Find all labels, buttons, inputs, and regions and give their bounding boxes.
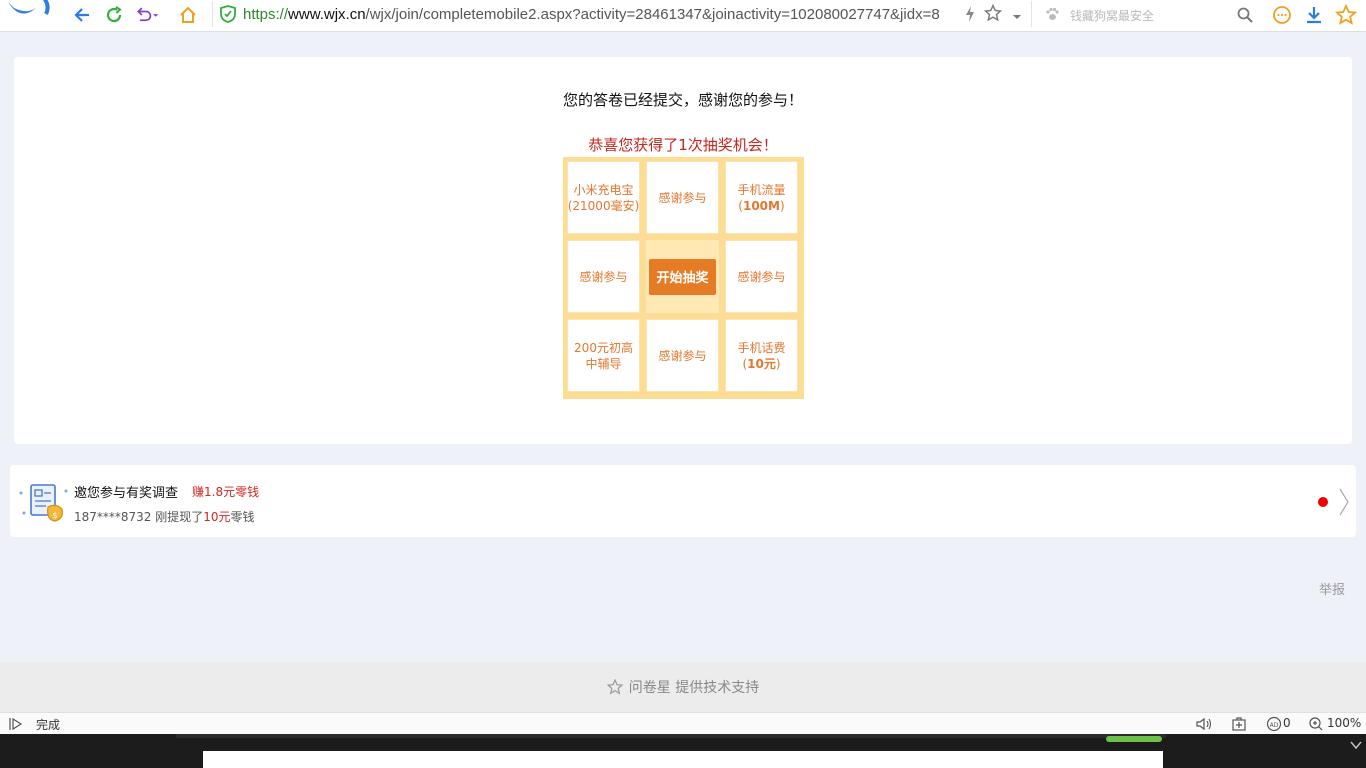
chat-smiley-icon[interactable] <box>1269 2 1295 28</box>
lottery-grid: 小米充电宝 (21000毫安) 感谢参与 手机流量 (100M) 感谢参与 开始抽奖… <box>563 157 804 399</box>
status-text: 完成 <box>36 718 61 732</box>
search-placeholder: 钱藏狗窝最安全 <box>1070 9 1155 23</box>
secure-shield-icon <box>220 5 236 26</box>
lottery-cell: 手机话费 (10元) <box>725 319 798 392</box>
invite-title: 邀您参与有奖调查 <box>74 486 179 501</box>
browser-logo-icon <box>0 0 60 24</box>
back-arrow-icon[interactable] <box>70 2 96 28</box>
lightning-icon[interactable] <box>964 5 976 26</box>
paw-icon <box>1044 6 1060 25</box>
screenshot-icon[interactable] <box>1231 716 1247 732</box>
lottery-cell: 感谢参与 <box>567 240 640 313</box>
report-link[interactable]: 举报 <box>1319 579 1345 598</box>
lottery-cell: 小米充电宝 (21000毫安) <box>567 161 640 234</box>
address-bar[interactable]: https://www.wjx.cn/wjx/join/completemobi… <box>212 1 1032 27</box>
status-bar: 完成 AD 0 100% <box>0 712 1366 734</box>
chevron-right-icon[interactable] <box>1338 487 1350 517</box>
undo-close-tab-icon[interactable] <box>134 2 160 28</box>
favorites-star-icon[interactable] <box>1333 2 1359 28</box>
sidebar-toggle-icon[interactable] <box>8 716 24 732</box>
invite-earn-amount: 赚1.8元零钱 <box>192 485 260 499</box>
paid-survey-invite[interactable]: $ 邀您参与有奖调查 赚1.8元零钱 187****8732 刚提现了10元零钱 <box>10 465 1356 537</box>
search-input[interactable]: 钱藏狗窝最安全 <box>1040 4 1255 26</box>
bookmark-star-icon[interactable] <box>983 3 1003 25</box>
adblock-count: 0 <box>1283 716 1291 730</box>
taskbar-indicator <box>1106 736 1162 742</box>
home-icon[interactable] <box>175 2 201 28</box>
taskbar-strip <box>176 734 1166 738</box>
browser-toolbar: https://www.wjx.cn/wjx/join/completemobi… <box>0 0 1366 32</box>
svg-text:$: $ <box>52 511 57 520</box>
footer-text: 问卷星 提供技术支持 <box>628 680 760 696</box>
submit-done-message: 您的答卷已经提交，感谢您的参与！ <box>562 91 803 109</box>
lottery-chance-message: 恭喜您获得了1次抽奖机会！ <box>588 136 778 154</box>
lottery-cell: 200元初高 中辅导 <box>567 319 640 392</box>
lottery-center-cell: 开始抽奖 <box>646 240 719 313</box>
lottery-cell: 手机流量 (100M) <box>725 161 798 234</box>
result-card: 您的答卷已经提交，感谢您的参与！ 恭喜您获得了1次抽奖机会！ 小米充电宝 (210… <box>14 57 1352 444</box>
notification-dot <box>1318 497 1328 507</box>
search-icon[interactable] <box>1232 2 1258 28</box>
download-icon[interactable] <box>1301 2 1327 28</box>
speaker-icon[interactable] <box>1195 716 1212 732</box>
refresh-icon[interactable] <box>101 2 127 28</box>
taskbar-window-preview <box>203 751 1163 768</box>
survey-money-icon: $ <box>18 479 70 525</box>
zoom-level[interactable]: 100% <box>1327 716 1361 730</box>
zoom-icon[interactable] <box>1308 716 1324 732</box>
start-lottery-button[interactable]: 开始抽奖 <box>649 258 716 295</box>
url-text: https://www.wjx.cn/wjx/join/completemobi… <box>243 5 940 23</box>
svg-text:AD: AD <box>1270 722 1279 729</box>
lottery-cell: 感谢参与 <box>646 161 719 234</box>
lottery-cell: 感谢参与 <box>725 240 798 313</box>
star-icon <box>606 679 623 695</box>
adblock-icon[interactable]: AD <box>1266 716 1282 732</box>
dropdown-arrow-icon[interactable] <box>1012 10 1022 24</box>
chevron-down-icon[interactable] <box>1349 739 1363 754</box>
invite-withdraw-info: 187****8732 刚提现了10元零钱 <box>74 510 255 524</box>
lottery-cell: 感谢参与 <box>646 319 719 392</box>
footer: 问卷星 提供技术支持 <box>0 662 1366 712</box>
